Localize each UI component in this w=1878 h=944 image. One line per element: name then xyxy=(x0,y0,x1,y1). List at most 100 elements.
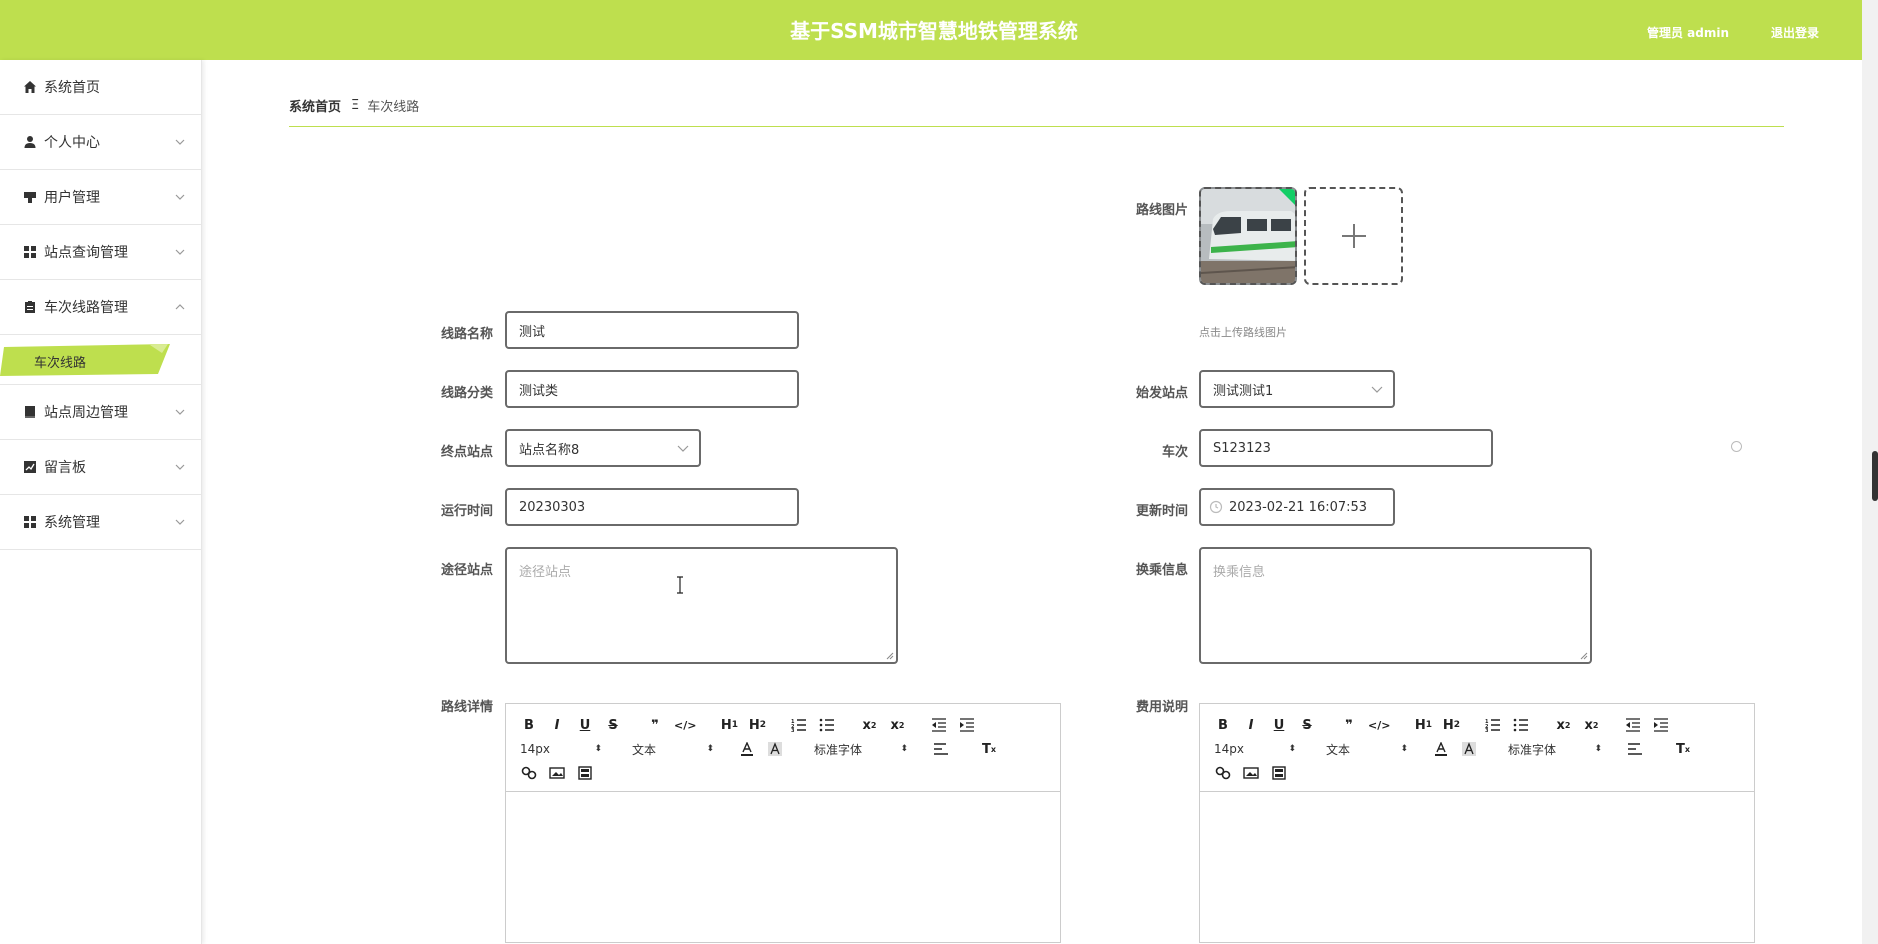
blockquote-icon[interactable]: ❞ xyxy=(646,716,664,734)
blockquote-icon[interactable]: ❞ xyxy=(1340,716,1358,734)
font-color-icon[interactable] xyxy=(738,740,756,758)
editor-content-area[interactable] xyxy=(1200,792,1754,942)
sidebar: 系统首页 个人中心 用户管理 站点查询管理 车次线路管理 车次线路 站点周边管理… xyxy=(0,60,202,944)
italic-icon[interactable]: I xyxy=(548,716,566,734)
scrollbar-thumb[interactable] xyxy=(1872,451,1878,501)
sidebar-item-label: 个人中心 xyxy=(44,135,100,151)
video-icon[interactable] xyxy=(576,764,594,782)
start-station-select[interactable]: 测试测试1 xyxy=(1199,370,1395,408)
chevron-down-icon xyxy=(175,464,185,470)
background-color-icon[interactable] xyxy=(766,740,784,758)
bullet-list-icon[interactable] xyxy=(818,716,836,734)
bullet-list-icon[interactable] xyxy=(1512,716,1530,734)
train-image xyxy=(1201,189,1295,283)
background-color-icon[interactable] xyxy=(1460,740,1478,758)
start-station-value: 测试测试1 xyxy=(1213,383,1274,399)
video-icon[interactable] xyxy=(1270,764,1288,782)
route-name-label: 线路名称 xyxy=(440,327,493,342)
sidebar-item-system[interactable]: 系统管理 xyxy=(0,495,201,550)
heading1-icon[interactable]: H1 xyxy=(1414,716,1432,734)
end-station-value: 站点名称8 xyxy=(519,442,580,458)
via-stations-label: 途径站点 xyxy=(440,563,493,578)
text-type-select[interactable]: 文本 ⬍ xyxy=(1326,741,1408,758)
sidebar-item-label: 用户管理 xyxy=(44,190,100,206)
fee-editor[interactable]: B I U S ❞ </> H1 H2 123 x2 x2 14px ⬍ 文本 … xyxy=(1199,703,1755,943)
clear-format-icon[interactable]: Tx xyxy=(980,740,998,758)
underline-icon[interactable]: U xyxy=(576,716,594,734)
resize-handle-icon[interactable] xyxy=(1580,652,1588,660)
code-icon[interactable]: </> xyxy=(1368,716,1390,734)
sidebar-item-profile[interactable]: 个人中心 xyxy=(0,115,201,170)
strike-icon[interactable]: S xyxy=(1298,716,1316,734)
font-family-select[interactable]: 标准字体 ⬍ xyxy=(814,741,908,758)
route-image-thumbnail[interactable] xyxy=(1199,187,1297,285)
route-detail-editor[interactable]: B I U S ❞ </> H1 H2 123 x2 x2 14px ⬍ 文本 … xyxy=(505,703,1061,943)
breadcrumb: 系统首页 Ξ 车次线路 xyxy=(289,96,419,115)
train-no-input[interactable]: S123123 xyxy=(1199,429,1493,467)
page-scrollbar[interactable] xyxy=(1862,0,1878,944)
sidebar-item-message-board[interactable]: 留言板 xyxy=(0,440,201,495)
route-name-value: 测试 xyxy=(519,324,546,340)
transfer-textarea[interactable]: 换乘信息 xyxy=(1199,547,1592,664)
font-family-select[interactable]: 标准字体 ⬍ xyxy=(1508,741,1602,758)
code-icon[interactable]: </> xyxy=(674,716,696,734)
chevron-down-icon xyxy=(175,519,185,525)
font-color-icon[interactable] xyxy=(1432,740,1450,758)
clear-format-icon[interactable]: Tx xyxy=(1674,740,1692,758)
subscript-icon[interactable]: x2 xyxy=(860,716,878,734)
route-category-input[interactable]: 测试类 xyxy=(505,370,799,408)
route-name-input[interactable]: 测试 xyxy=(505,311,799,349)
link-icon[interactable] xyxy=(1214,764,1232,782)
bold-icon[interactable]: B xyxy=(520,716,538,734)
subscript-icon[interactable]: x2 xyxy=(1554,716,1572,734)
text-cursor-icon xyxy=(677,576,683,594)
plus-icon xyxy=(1341,224,1366,248)
outdent-icon[interactable] xyxy=(1624,716,1642,734)
italic-icon[interactable]: I xyxy=(1242,716,1260,734)
clear-icon[interactable] xyxy=(1731,441,1742,452)
link-icon[interactable] xyxy=(520,764,538,782)
font-size-select[interactable]: 14px ⬍ xyxy=(520,742,602,756)
heading1-icon[interactable]: H1 xyxy=(720,716,738,734)
end-station-select[interactable]: 站点名称8 xyxy=(505,429,701,467)
sidebar-subitem-train-route[interactable]: 车次线路 xyxy=(0,335,201,385)
indent-icon[interactable] xyxy=(958,716,976,734)
heading2-icon[interactable]: H2 xyxy=(1442,716,1460,734)
align-icon[interactable] xyxy=(932,740,950,758)
image-icon[interactable] xyxy=(548,764,566,782)
logout-link[interactable]: 退出登录 xyxy=(1771,24,1819,41)
bold-icon[interactable]: B xyxy=(1214,716,1232,734)
resize-handle-icon[interactable] xyxy=(886,652,894,660)
ordered-list-icon[interactable]: 123 xyxy=(790,716,808,734)
breadcrumb-home[interactable]: 系统首页 xyxy=(289,96,341,115)
font-size-select[interactable]: 14px ⬍ xyxy=(1214,742,1296,756)
heading2-icon[interactable]: H2 xyxy=(748,716,766,734)
indent-icon[interactable] xyxy=(1652,716,1670,734)
start-station-label: 始发站点 xyxy=(1135,386,1188,401)
clock-icon xyxy=(1209,500,1223,514)
sidebar-item-home[interactable]: 系统首页 xyxy=(0,60,201,115)
route-detail-label: 路线详情 xyxy=(440,700,493,715)
sidebar-item-station-query[interactable]: 站点查询管理 xyxy=(0,225,201,280)
sidebar-item-station-surroundings[interactable]: 站点周边管理 xyxy=(0,385,201,440)
align-icon[interactable] xyxy=(1626,740,1644,758)
ordered-list-icon[interactable]: 123 xyxy=(1484,716,1502,734)
route-category-label: 线路分类 xyxy=(440,386,493,401)
update-time-input[interactable]: 2023-02-21 16:07:53 xyxy=(1199,488,1395,526)
upload-add-button[interactable] xyxy=(1304,187,1403,285)
via-stations-textarea[interactable]: 途径站点 xyxy=(505,547,898,664)
underline-icon[interactable]: U xyxy=(1270,716,1288,734)
superscript-icon[interactable]: x2 xyxy=(888,716,906,734)
strike-icon[interactable]: S xyxy=(604,716,622,734)
run-time-input[interactable]: 20230303 xyxy=(505,488,799,526)
text-type-value: 文本 xyxy=(1326,742,1351,757)
editor-content-area[interactable] xyxy=(506,792,1060,942)
book-icon xyxy=(22,404,38,420)
sidebar-item-users[interactable]: 用户管理 xyxy=(0,170,201,225)
font-size-value: 14px xyxy=(1214,742,1244,756)
sidebar-item-train-route[interactable]: 车次线路管理 xyxy=(0,280,201,335)
text-type-select[interactable]: 文本 ⬍ xyxy=(632,741,714,758)
image-icon[interactable] xyxy=(1242,764,1260,782)
superscript-icon[interactable]: x2 xyxy=(1582,716,1600,734)
outdent-icon[interactable] xyxy=(930,716,948,734)
